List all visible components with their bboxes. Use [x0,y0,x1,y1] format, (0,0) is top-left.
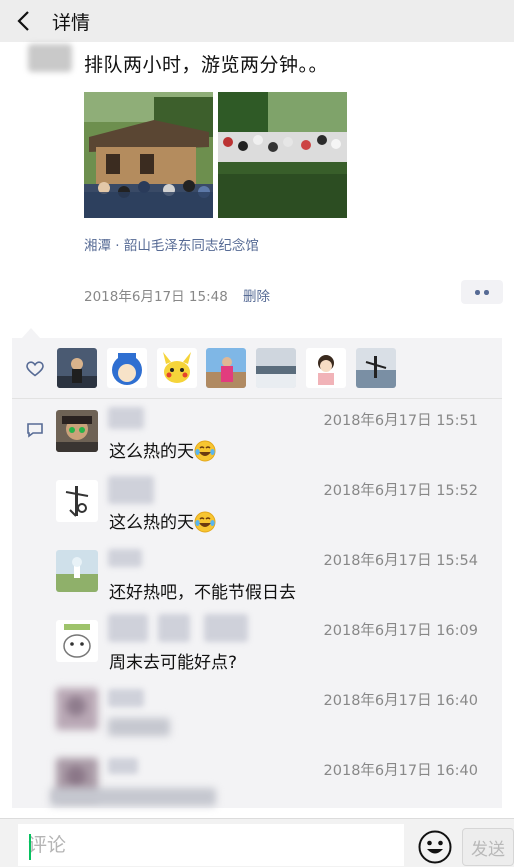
like-avatar[interactable] [107,348,147,388]
commenter-name[interactable] [108,407,144,429]
comment-text [50,788,216,806]
delete-button[interactable]: 删除 [243,285,270,305]
emoji-smile-icon[interactable] [418,830,452,864]
like-avatar[interactable] [206,348,246,388]
commenter-avatar[interactable] [56,410,98,452]
back-arrow-icon[interactable] [14,9,34,33]
comment-text [108,718,170,736]
comment-time: 2018年6月17日 15:51 [323,413,478,429]
nav-bar: 详情 [0,0,514,42]
commenter-avatar[interactable] [56,480,98,522]
text-caret [29,834,31,860]
divider [12,398,502,399]
dot-icon [484,290,489,295]
like-avatar[interactable] [256,348,296,388]
more-actions-button[interactable] [461,280,503,304]
comment-icon [27,423,43,438]
page-title: 详情 [52,12,91,34]
post-time: 2018年6月17日 15:48 [84,289,228,305]
commenter-name[interactable] [108,689,144,707]
laughing-tears-emoji-icon [194,440,216,462]
comment-text: 这么热的天 [109,437,216,462]
commenter-name[interactable] [108,549,142,567]
comment-time: 2018年6月17日 15:52 [323,483,478,499]
post-photo[interactable] [84,92,213,218]
like-avatar[interactable] [157,348,197,388]
comment-text: 这么热的天 [109,508,216,533]
commenter-name[interactable] [108,758,138,774]
commenter-name[interactable] [108,476,154,504]
heart-icon [26,361,44,377]
comment-time: 2018年6月17日 16:09 [323,623,478,639]
commenter-name[interactable] [108,614,148,642]
commenter-avatar[interactable] [56,550,98,592]
send-button[interactable]: 发送 [462,828,514,866]
commenter-name[interactable] [204,614,248,642]
like-avatar[interactable] [57,348,97,388]
dot-icon [475,290,480,295]
commenter-name[interactable] [158,614,190,642]
like-avatar[interactable] [356,348,396,388]
comment-time: 2018年6月17日 16:40 [323,693,478,709]
like-avatar[interactable] [306,348,346,388]
comment-input[interactable] [18,824,404,866]
panel-pointer [22,328,40,338]
comment-time: 2018年6月17日 16:40 [323,763,478,779]
commenter-avatar[interactable] [56,688,98,730]
commenter-avatar[interactable] [56,620,98,662]
post-photo[interactable] [218,92,347,218]
post-text: 排队两小时，游览两分钟。。 [84,54,329,76]
comment-text: 还好热吧，不能节假日去 [109,583,296,603]
laughing-tears-emoji-icon [194,511,216,533]
comment-time: 2018年6月17日 15:54 [323,553,478,569]
location-link[interactable]: 湘潭 · 韶山毛泽东同志纪念馆 [84,234,259,254]
author-avatar[interactable] [28,44,72,72]
comment-text: 周末去可能好点? [109,653,238,673]
